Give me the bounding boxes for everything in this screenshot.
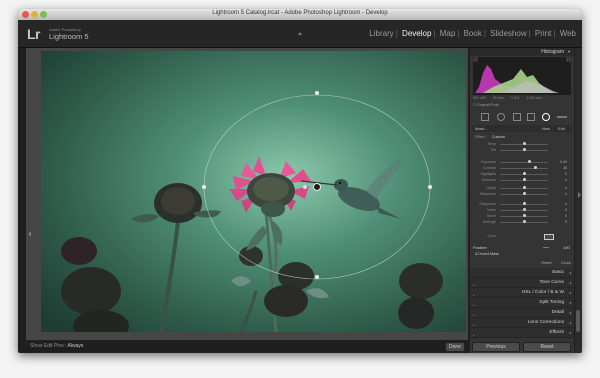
slider-exposure[interactable]: Exposure 0.49 xyxy=(474,160,570,165)
section-detail[interactable]: ▸ Detail ◂ xyxy=(470,308,574,318)
filter-handle-top[interactable] xyxy=(315,91,319,95)
slider-clarity[interactable]: Clarity 0 xyxy=(474,186,570,191)
previous-button[interactable]: Previous xyxy=(472,342,520,352)
filter-handle-left[interactable] xyxy=(202,185,206,189)
panel-actions: Reset Close xyxy=(473,260,571,265)
slider-shadows[interactable]: Shadows 0 xyxy=(474,178,570,183)
original-photo-toggle[interactable]: ☐ Original Photo xyxy=(473,103,499,107)
module-library[interactable]: Library xyxy=(368,29,394,38)
graduated-filter-icon[interactable] xyxy=(527,113,535,121)
invert-mask-checkbox[interactable]: ☑ Invert Mask xyxy=(475,251,499,256)
section-toggle-icon: ◂ xyxy=(568,320,571,325)
section-basic[interactable]: Basic ◂ xyxy=(470,268,574,278)
window-title: Lightroom 5 Catalog.lrcat - Adobe Photos… xyxy=(212,10,388,16)
section-effects[interactable]: ▸ Effects ◂ xyxy=(470,328,574,338)
section-toggle-icon: ◂ xyxy=(568,310,571,315)
section-lens-corrections[interactable]: ▸ Lens Corrections ◂ xyxy=(470,318,574,328)
module-develop[interactable]: Develop xyxy=(401,29,432,38)
slider-saturation[interactable]: Saturation 0 xyxy=(474,192,570,197)
image-view xyxy=(26,48,468,340)
slider-defringe[interactable]: Defringe 0 xyxy=(474,220,570,225)
slider-tint[interactable]: Tint xyxy=(474,148,570,153)
show-edit-pins[interactable]: Show Edit Pins : Always xyxy=(30,343,83,349)
mask-new[interactable]: New xyxy=(542,126,550,131)
feather-row[interactable]: Feather 100 xyxy=(473,245,570,250)
histogram-graph[interactable] xyxy=(473,57,571,95)
module-print[interactable]: Print xyxy=(534,29,552,38)
filter-handle-right[interactable] xyxy=(428,185,432,189)
lightroom-logo: Lr xyxy=(27,26,41,42)
histogram-header[interactable]: Histogram ▼ xyxy=(470,48,574,56)
right-panel: Histogram ▼ ISO 400 90 mm f / 5.6 1/160 … xyxy=(470,48,574,353)
tool-strip xyxy=(473,112,571,121)
section-toggle-icon: ◂ xyxy=(568,290,571,295)
spot-removal-icon[interactable] xyxy=(497,113,505,121)
collapse-top-panel-icon[interactable] xyxy=(298,32,302,35)
collapse-left-panel-icon[interactable] xyxy=(28,231,31,237)
collapse-right-panel-icon[interactable] xyxy=(578,192,581,198)
done-button[interactable]: Done xyxy=(445,342,465,352)
previous-reset-bar: Previous Reset xyxy=(470,341,574,352)
color-swatch[interactable] xyxy=(544,234,554,240)
slider-contrast[interactable]: Contrast 38 xyxy=(474,166,570,171)
module-book[interactable]: Book xyxy=(463,29,483,38)
effect-row[interactable]: Effect : Custom xyxy=(475,135,505,139)
lightroom-window: Lightroom 5 Catalog.lrcat - Adobe Photos… xyxy=(18,9,582,353)
identity-plate-bar: Lr Adobe Photoshop Lightroom 5 Library | … xyxy=(18,20,582,48)
radial-filter-icon[interactable] xyxy=(542,113,550,121)
module-slideshow[interactable]: Slideshow xyxy=(489,29,527,38)
filter-handle-bottom[interactable] xyxy=(315,275,319,279)
filter-pin-secondary[interactable] xyxy=(303,185,307,189)
section-toggle-icon: ◂ xyxy=(568,270,571,275)
adjustment-brush-icon[interactable] xyxy=(557,116,567,118)
slider-sharpness[interactable]: Sharpness 0 xyxy=(474,202,570,207)
section-toggle-icon: ◂ xyxy=(568,330,571,335)
mask-edit[interactable]: Edit xyxy=(558,126,565,131)
module-map[interactable]: Map xyxy=(439,29,457,38)
toolbar: Show Edit Pins : Always Done xyxy=(26,340,468,353)
module-web[interactable]: Web xyxy=(559,29,577,38)
section-toggle-icon: ◂ xyxy=(568,280,571,285)
module-picker: Library | Develop | Map | Book | Slideshow | … xyxy=(368,29,577,38)
histogram-info: ISO 400 90 mm f / 5.6 1/160 sec xyxy=(473,96,542,100)
section-toggle-icon: ◂ xyxy=(568,300,571,305)
photo-hummingbird[interactable] xyxy=(41,51,466,332)
close-link[interactable]: Close xyxy=(561,260,571,265)
red-eye-icon[interactable] xyxy=(513,113,521,121)
scrollbar-thumb[interactable] xyxy=(576,310,580,332)
histogram-title: Histogram xyxy=(541,49,564,55)
slider-temp[interactable]: Temp xyxy=(474,142,570,147)
slider-noise[interactable]: Noise 0 xyxy=(474,208,570,213)
slider-moire[interactable]: Moiré 0 xyxy=(474,214,570,219)
section-hsl[interactable]: ▸ HSL / Color / B & W ◂ xyxy=(470,288,574,298)
panel-collapse-icon[interactable]: ▼ xyxy=(567,48,571,56)
filter-pin-icon[interactable] xyxy=(313,183,321,191)
reset-link[interactable]: Reset xyxy=(541,260,551,265)
section-tone-curve[interactable]: ▸ Tone Curve ◂ xyxy=(470,278,574,288)
color-swatch-row[interactable]: Color xyxy=(474,234,570,240)
section-split-toning[interactable]: ▸ Split Toning ◂ xyxy=(470,298,574,308)
reset-button[interactable]: Reset xyxy=(523,342,571,352)
panel-scrollbar[interactable] xyxy=(575,48,582,353)
product-label: Lightroom 5 xyxy=(49,32,89,41)
slider-highlights[interactable]: Highlights 0 xyxy=(474,172,570,177)
mask-row: Mask : New Edit xyxy=(472,125,572,132)
crop-tool-icon[interactable] xyxy=(481,113,489,121)
show-edit-pins-value[interactable]: Always xyxy=(68,343,84,349)
